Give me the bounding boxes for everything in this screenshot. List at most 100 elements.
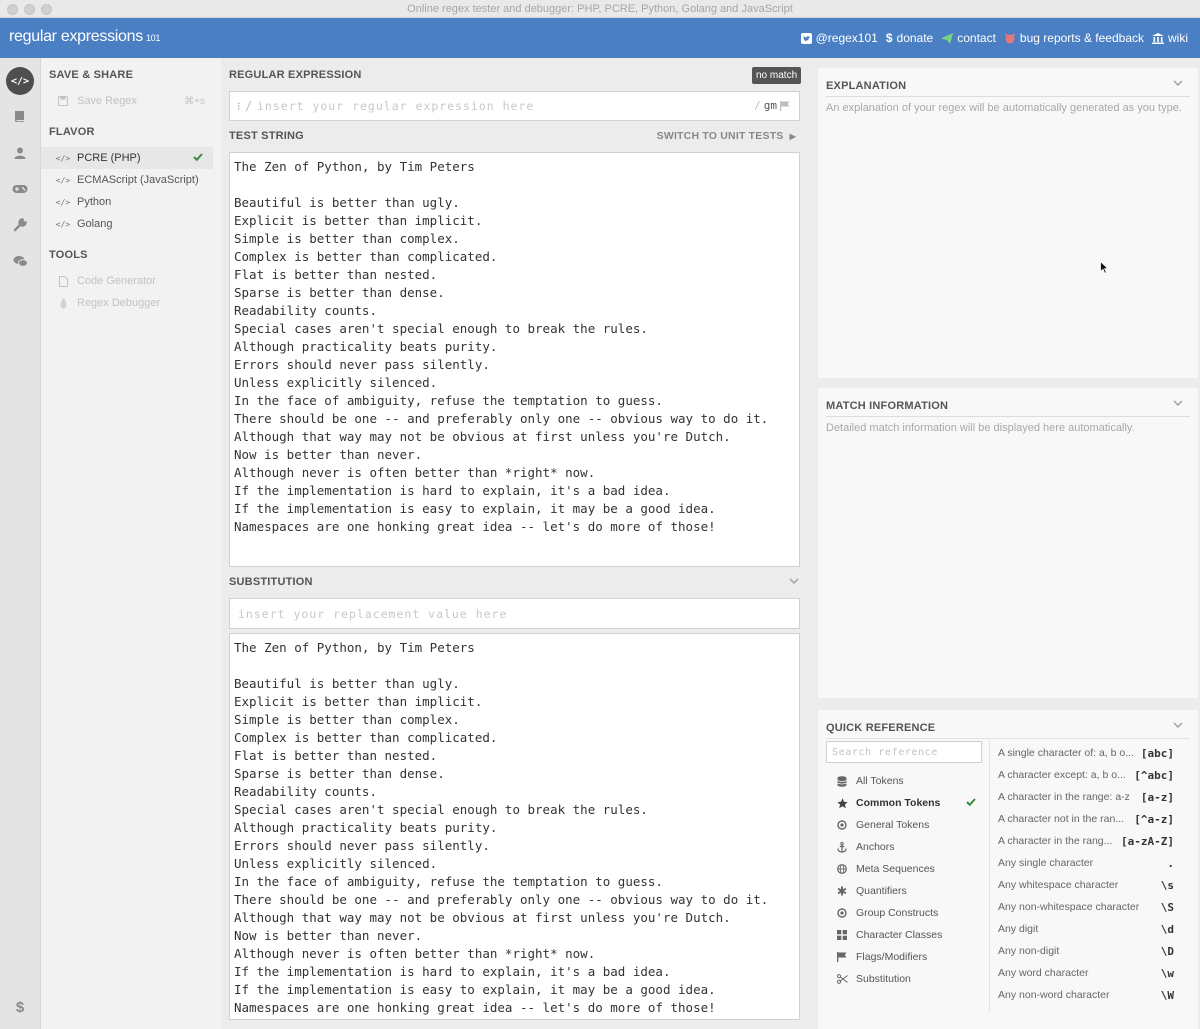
check-icon bbox=[193, 153, 203, 162]
reference-token-row[interactable]: Any whitespace character \s bbox=[998, 874, 1174, 896]
flavor-pcre[interactable]: </> PCRE (PHP) bbox=[41, 147, 213, 169]
reference-token-row[interactable]: Any non-whitespace character \S bbox=[998, 896, 1174, 918]
test-string-editor[interactable]: The Zen of Python, by Tim Peters Beautifu… bbox=[229, 152, 800, 567]
token-description: A character not in the ran... bbox=[998, 813, 1125, 825]
reference-token-row[interactable]: Any digit \d bbox=[998, 918, 1174, 940]
bug-reports-link[interactable]: bug reports & feedback bbox=[1004, 31, 1144, 45]
substitution-result: The Zen of Python, by Tim Peters Beautifu… bbox=[229, 633, 800, 1020]
test-string-line: Complex is better than complicated. bbox=[234, 249, 498, 264]
explanation-heading: EXPLANATION bbox=[826, 80, 907, 92]
drag-handle-icon[interactable]: ⁝ bbox=[237, 100, 241, 113]
regex-input[interactable] bbox=[257, 97, 737, 115]
left-rail: </> $ bbox=[0, 58, 41, 1029]
test-string-line: Now is better than never. bbox=[234, 447, 423, 462]
flavor-python[interactable]: </> Python bbox=[41, 191, 213, 213]
twitter-link[interactable]: @regex101 bbox=[800, 31, 878, 45]
match-information-heading: MATCH INFORMATION bbox=[826, 400, 949, 412]
chat-icon bbox=[13, 255, 28, 267]
test-string-line: Special cases aren't special enough to b… bbox=[234, 321, 648, 336]
test-string-line: Although that way may not be obvious at … bbox=[234, 429, 731, 444]
chevron-down-icon[interactable] bbox=[1173, 400, 1183, 407]
reference-token-row[interactable]: Any single character. bbox=[998, 852, 1174, 874]
substitution-result-line: Now is better than never. bbox=[234, 928, 423, 943]
reference-search-input[interactable] bbox=[832, 745, 977, 760]
reference-category-common-tokens[interactable]: Common Tokens bbox=[826, 792, 982, 814]
token-pattern: [a-z] bbox=[1140, 790, 1174, 804]
reference-token-row[interactable]: Any non-word character \W bbox=[998, 984, 1174, 1006]
reference-search-box bbox=[826, 741, 982, 763]
token-description: Any non-word character bbox=[998, 989, 1110, 1001]
rail-library[interactable] bbox=[6, 103, 34, 131]
substitution-result-line bbox=[234, 657, 795, 675]
reference-category-group-constructs[interactable]: Group Constructs bbox=[826, 902, 982, 924]
flag-icon bbox=[780, 100, 790, 111]
test-string-line: Although never is often better than *rig… bbox=[234, 465, 596, 480]
rail-donate[interactable]: $ bbox=[6, 993, 34, 1021]
rail-quiz[interactable] bbox=[6, 175, 34, 203]
window-title: Online regex tester and debugger: PHP, P… bbox=[407, 3, 793, 15]
reference-token-row[interactable]: Any word character \w bbox=[998, 962, 1174, 984]
twitter-icon bbox=[800, 32, 812, 44]
wiki-link[interactable]: wiki bbox=[1152, 31, 1188, 45]
user-icon bbox=[14, 147, 26, 159]
save-regex-button[interactable]: Save Regex ⌘+s bbox=[41, 90, 213, 112]
token-pattern: \w bbox=[1160, 966, 1174, 980]
test-string-line: Flat is better than nested. bbox=[234, 267, 438, 282]
reference-category-substitution[interactable]: Substitution bbox=[826, 968, 982, 990]
test-string-line: Readability counts. bbox=[234, 303, 377, 318]
contact-link[interactable]: contact bbox=[941, 31, 996, 45]
chevron-down-icon[interactable] bbox=[789, 578, 799, 585]
donate-link[interactable]: $ donate bbox=[886, 31, 933, 45]
rail-community[interactable] bbox=[6, 247, 34, 275]
reference-category-all-tokens[interactable]: All Tokens bbox=[826, 770, 982, 792]
substitution-result-line: Explicit is better than implicit. bbox=[234, 694, 483, 709]
token-pattern: \d bbox=[1160, 922, 1174, 936]
rail-settings[interactable] bbox=[6, 211, 34, 239]
explanation-panel: EXPLANATION An explanation of your regex… bbox=[818, 68, 1198, 378]
rail-regex-editor[interactable]: </> bbox=[6, 67, 34, 95]
test-string-line: The Zen of Python, by Tim Peters bbox=[234, 159, 475, 174]
wrench-icon bbox=[13, 218, 27, 232]
reference-token-row[interactable]: A character not in the ran... [^a-z] bbox=[998, 808, 1174, 830]
database-icon bbox=[835, 775, 849, 787]
reference-category-anchors[interactable]: Anchors bbox=[826, 836, 982, 858]
reference-token-row[interactable]: A character in the range: a-z [a-z] bbox=[998, 786, 1174, 808]
bank-icon bbox=[1152, 32, 1164, 44]
regex-delimiter-open: / bbox=[245, 99, 253, 113]
token-pattern: . bbox=[1167, 856, 1174, 870]
reference-token-row[interactable]: A single character of: a, b o... [abc] bbox=[998, 742, 1174, 764]
regex-flags[interactable]: / gm bbox=[754, 99, 790, 112]
reference-category-general-tokens[interactable]: General Tokens bbox=[826, 814, 982, 836]
chevron-down-icon[interactable] bbox=[1173, 80, 1183, 87]
regex-heading: REGULAR EXPRESSION bbox=[229, 69, 362, 81]
reference-token-row[interactable]: Any non-digit \D bbox=[998, 940, 1174, 962]
test-string-line: Namespaces are one honking great idea --… bbox=[234, 519, 716, 534]
reference-token-row[interactable]: A character in the rang... [a-zA-Z] bbox=[998, 830, 1174, 852]
reference-category-character-classes[interactable]: Character Classes bbox=[826, 924, 982, 946]
test-string-line: Sparse is better than dense. bbox=[234, 285, 445, 300]
substitution-input[interactable] bbox=[238, 605, 778, 623]
reference-token-row[interactable]: A character except: a, b o... [^abc] bbox=[998, 764, 1174, 786]
save-shortcut: ⌘+s bbox=[184, 95, 205, 107]
token-description: Any word character bbox=[998, 967, 1089, 979]
reference-category-meta-sequences[interactable]: Meta Sequences bbox=[826, 858, 982, 880]
flavor-golang[interactable]: </> Golang bbox=[41, 213, 213, 235]
flavor-ecmascript[interactable]: </> ECMAScript (JavaScript) bbox=[41, 169, 213, 191]
reference-category-flags-modifiers[interactable]: Flags/Modifiers bbox=[826, 946, 982, 968]
substitution-result-line: Namespaces are one honking great idea --… bbox=[234, 1000, 716, 1015]
dollar-icon: $ bbox=[15, 998, 25, 1016]
sidebar: SAVE & SHARE Save Regex ⌘+s FLAVOR </> P… bbox=[41, 58, 221, 1029]
flavor-heading: FLAVOR bbox=[49, 126, 95, 138]
reference-category-quantifiers[interactable]: Quantifiers bbox=[826, 880, 982, 902]
switch-to-unit-tests-button[interactable]: SWITCH TO UNIT TESTS ▶ bbox=[657, 130, 796, 142]
info-column: EXPLANATION An explanation of your regex… bbox=[808, 58, 1200, 1029]
regex-debugger-button[interactable]: Regex Debugger bbox=[41, 292, 213, 314]
token-description: A character in the range: a-z bbox=[998, 791, 1130, 803]
site-logo[interactable]: regular expressions 101 bbox=[9, 28, 160, 46]
token-description: Any non-digit bbox=[998, 945, 1060, 957]
test-string-line: If the implementation is easy to explain… bbox=[234, 501, 716, 516]
code-generator-button[interactable]: Code Generator bbox=[41, 270, 213, 292]
match-information-text: Detailed match information will be displ… bbox=[826, 422, 1135, 434]
rail-account[interactable] bbox=[6, 139, 34, 167]
star-icon bbox=[835, 797, 849, 809]
